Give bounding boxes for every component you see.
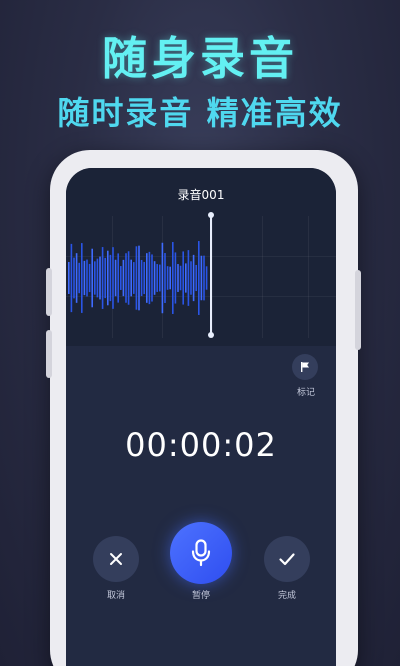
waveform-bar <box>78 262 80 294</box>
waveform-bar <box>146 253 148 303</box>
waveform-bar <box>112 247 114 309</box>
flag-icon <box>301 362 309 372</box>
waveform-bar <box>182 251 184 305</box>
phone-side-button <box>46 268 52 316</box>
done-button[interactable] <box>264 536 310 582</box>
waveform-bar <box>81 243 83 313</box>
audio-waveform <box>68 241 208 315</box>
waveform-bar <box>114 259 117 297</box>
waveform-bar <box>135 246 138 310</box>
waveform-bar <box>130 259 132 297</box>
cancel-label: 取消 <box>106 591 125 601</box>
done-label: 完成 <box>277 591 296 601</box>
recording-timer: 00:00:02 <box>125 426 277 464</box>
waveform-bar <box>96 258 99 298</box>
waveform-bar <box>117 253 119 303</box>
playhead-bottom-dot <box>208 332 214 338</box>
waveform-bar <box>107 250 109 306</box>
check-icon <box>279 553 295 566</box>
recorder-screen: 录音001 标记 00:00:02 取消 暂停 完成 <box>66 168 336 666</box>
grid-line <box>262 216 263 338</box>
waveform-bar <box>190 261 192 295</box>
waveform-bar <box>185 263 187 293</box>
waveform-bar <box>138 245 140 311</box>
mark-label: 标记 <box>296 388 315 398</box>
waveform-bar <box>159 264 161 292</box>
cancel-button[interactable] <box>93 536 139 582</box>
waveform-bar <box>164 253 166 303</box>
waveform-bar <box>174 252 177 304</box>
waveform-bar <box>156 264 158 292</box>
mark-button[interactable] <box>292 354 318 380</box>
waveform-bar <box>187 250 190 306</box>
waveform-bar <box>200 255 203 301</box>
waveform-bar <box>73 257 75 299</box>
microphone-icon <box>191 539 211 567</box>
waveform-bar <box>122 259 125 297</box>
waveform-bar <box>161 242 164 314</box>
pause-button[interactable] <box>170 522 232 584</box>
waveform-bar <box>88 263 91 293</box>
grid-line <box>212 216 213 338</box>
waveform-bar <box>205 266 208 290</box>
waveform-bar <box>153 261 156 295</box>
playhead[interactable] <box>210 215 212 335</box>
waveform-bar <box>195 264 197 292</box>
waveform-bar <box>172 242 174 314</box>
waveform-bar <box>140 259 143 297</box>
waveform-bar <box>94 261 96 295</box>
waveform-bar <box>68 262 70 294</box>
waveform-bar <box>109 254 112 302</box>
waveform-bar <box>148 251 151 305</box>
waveform-bar <box>83 260 86 296</box>
promo-headline: 随身录音 <box>101 32 298 85</box>
waveform-bar <box>91 248 93 308</box>
waveform-bar <box>127 251 130 305</box>
waveform-bar <box>125 253 127 303</box>
waveform-bar <box>166 266 169 290</box>
phone-side-button <box>355 270 361 350</box>
waveform-bar <box>203 255 205 301</box>
waveform-bar <box>70 243 73 313</box>
waveform-bar <box>169 266 171 290</box>
recording-title: 录音001 <box>177 188 225 202</box>
grid-line <box>308 216 309 338</box>
waveform-bar <box>143 261 145 295</box>
waveform-area: 录音001 <box>66 168 336 346</box>
waveform-bar <box>151 254 153 302</box>
waveform-bar <box>99 256 101 300</box>
waveform-bar <box>75 253 78 303</box>
phone-side-button <box>46 330 52 378</box>
waveform-bar <box>192 254 195 302</box>
waveform-bar <box>104 257 106 299</box>
waveform-bar <box>86 259 88 297</box>
promo-subline: 随时录音 精准高效 <box>57 94 343 132</box>
pause-label: 暂停 <box>191 591 210 601</box>
waveform-bar <box>177 264 179 292</box>
waveform-bar <box>179 265 182 291</box>
close-icon <box>110 553 122 565</box>
waveform-bar <box>198 241 200 315</box>
waveform-bar <box>120 266 122 290</box>
waveform-bar <box>133 262 135 294</box>
waveform-bar <box>101 247 104 309</box>
